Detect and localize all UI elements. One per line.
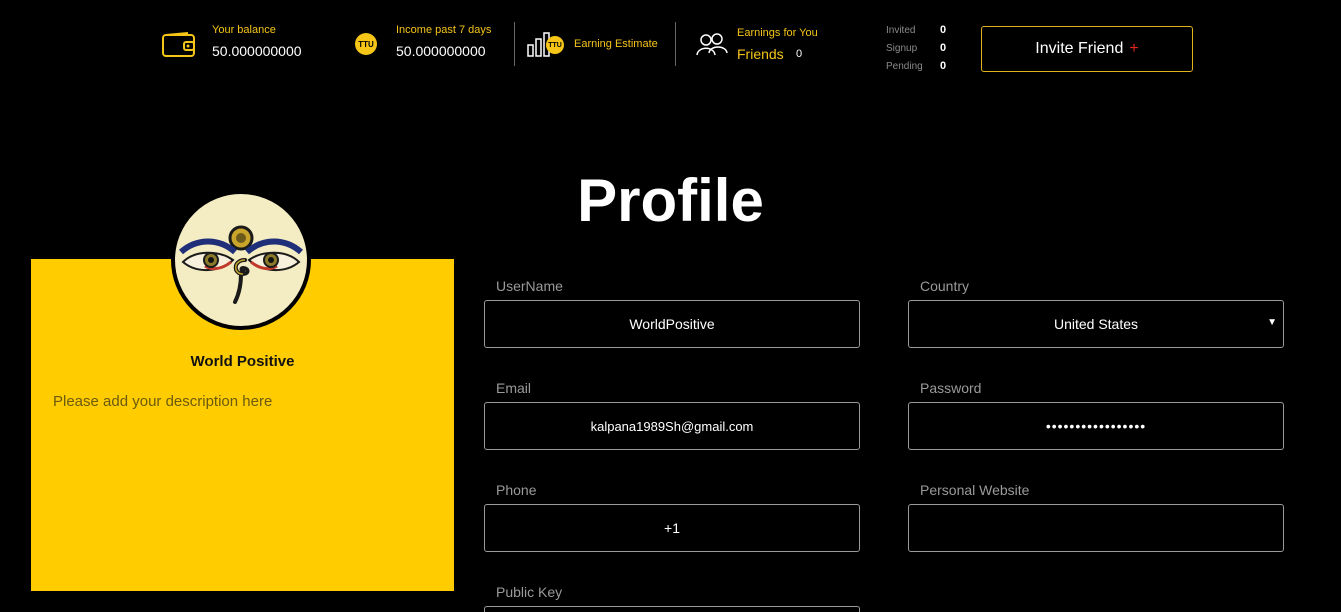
password-value: ••••••••••••••••• <box>1045 418 1147 434</box>
buddha-eyes-icon <box>179 225 303 304</box>
username-label: UserName <box>496 278 563 294</box>
friends-icon <box>696 33 728 56</box>
friends-label: Friends <box>737 46 784 62</box>
invited-count: 0 <box>940 24 947 36</box>
country-value: United States <box>1053 316 1139 332</box>
friends-count: 0 <box>796 48 803 60</box>
earning-estimate-link[interactable]: Earning Estimate <box>574 38 658 50</box>
signup-label: Signup <box>886 43 918 54</box>
divider <box>514 22 515 66</box>
balance-label: Your balance <box>212 24 276 36</box>
income-value: 50.000000000 <box>396 43 486 59</box>
chevron-down-icon: ▼ <box>1267 317 1277 328</box>
income-label: Income past 7 days <box>396 24 492 36</box>
email-input[interactable] <box>484 402 860 450</box>
topbar: Your balance 50.000000000 TTU Income pas… <box>0 0 1341 90</box>
country-label: Country <box>920 278 970 294</box>
avatar[interactable] <box>171 190 311 330</box>
ttu-coin-icon: TTU <box>546 36 564 54</box>
public-key-label: Public Key <box>496 584 563 600</box>
public-key-input[interactable] <box>484 606 860 612</box>
email-label: Email <box>496 380 532 396</box>
password-input[interactable]: ••••••••••••••••• <box>908 402 1284 450</box>
invited-label: Invited <box>886 25 916 36</box>
website-input[interactable] <box>908 504 1284 552</box>
divider <box>675 22 676 66</box>
profile-description[interactable]: Please add your description here <box>53 393 272 410</box>
ttu-coin-icon: TTU <box>355 33 377 55</box>
country-select[interactable]: United States ▼ <box>908 300 1284 348</box>
username-input[interactable] <box>484 300 860 348</box>
phone-input[interactable] <box>484 504 860 552</box>
phone-label: Phone <box>496 482 537 498</box>
earnings-label: Earnings for You <box>737 27 818 39</box>
plus-icon: + <box>1129 40 1139 57</box>
pending-count: 0 <box>940 60 947 72</box>
balance-value: 50.000000000 <box>212 43 302 59</box>
website-label: Personal Website <box>920 482 1030 498</box>
password-label: Password <box>920 380 982 396</box>
profile-name: World Positive <box>190 353 295 370</box>
invite-friend-button[interactable]: Invite Friend + <box>981 26 1193 72</box>
signup-count: 0 <box>940 42 947 54</box>
invite-friend-label: Invite Friend <box>1035 40 1124 57</box>
pending-label: Pending <box>886 61 923 72</box>
wallet-icon <box>162 32 195 57</box>
